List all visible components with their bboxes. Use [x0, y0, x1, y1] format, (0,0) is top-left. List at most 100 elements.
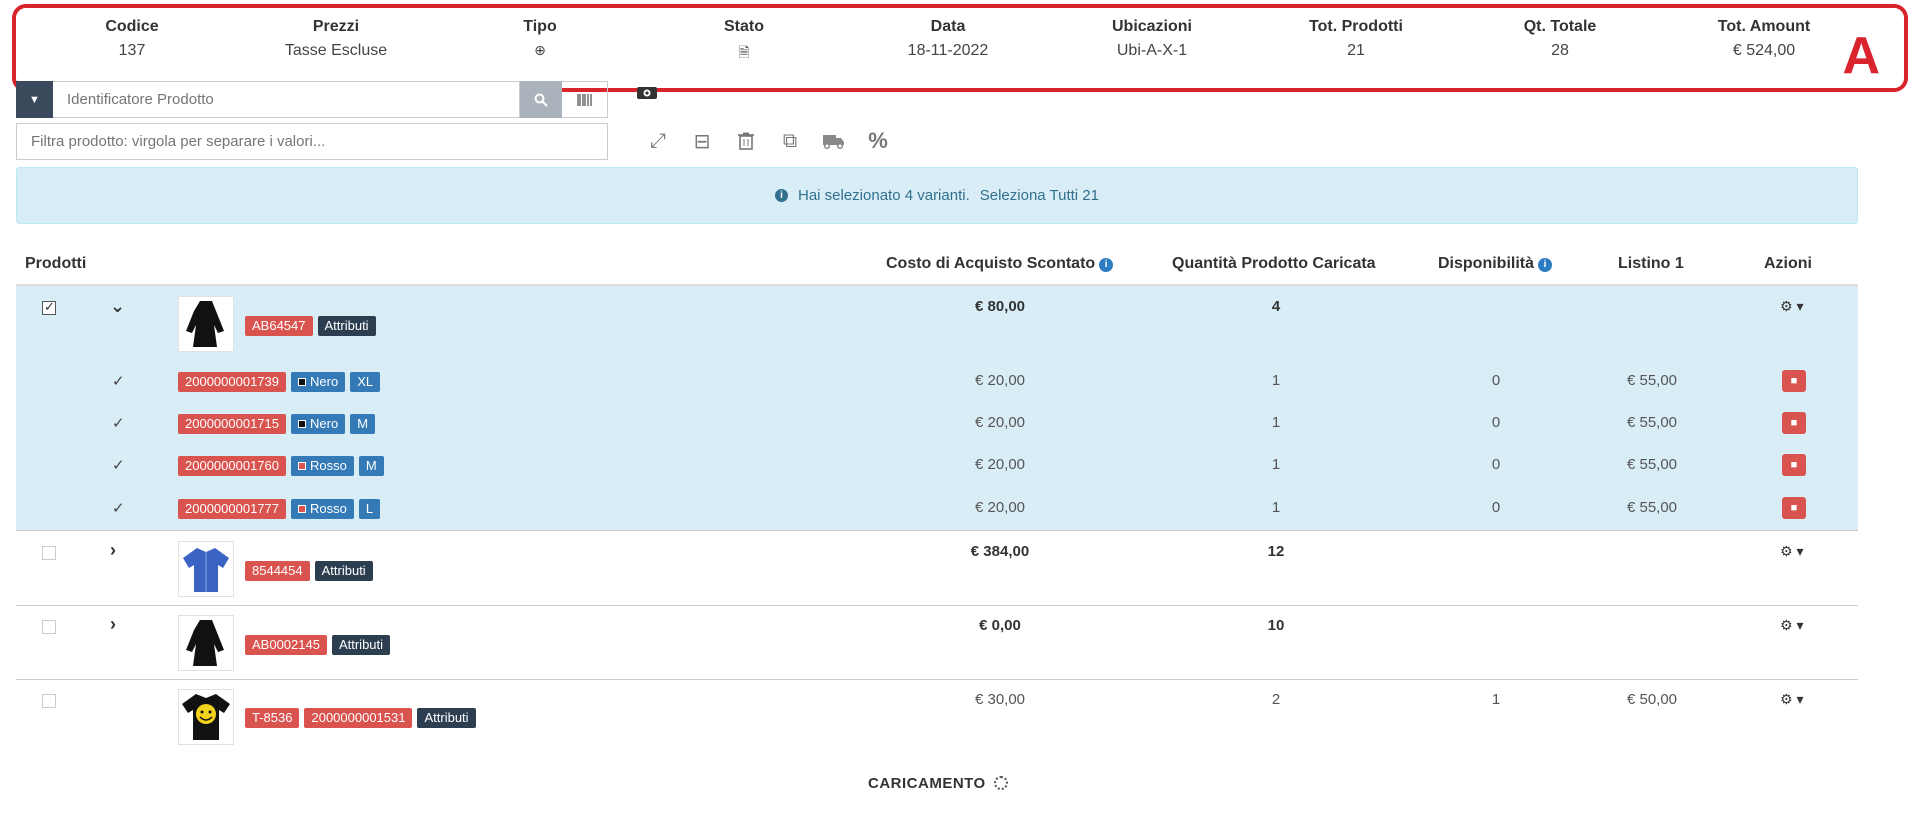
col-header-label: Costo di Acquisto Scontato — [886, 255, 1096, 272]
search-dropdown-button[interactable]: ▼ — [16, 81, 53, 118]
row-checkbox[interactable] — [42, 620, 56, 634]
summary-data: Data 18-11-2022 — [858, 18, 1038, 60]
qty-value: 1 — [1271, 456, 1281, 473]
attributes-button[interactable]: Attributi — [317, 316, 376, 336]
product-id-input[interactable] — [53, 81, 520, 118]
row-checkbox[interactable] — [42, 299, 56, 315]
qty-value: 4 — [1271, 298, 1281, 315]
product-thumbnail — [178, 615, 234, 671]
trash-icon[interactable] — [724, 126, 768, 156]
product-filter-input[interactable] — [16, 123, 608, 160]
cost-value: € 384,00 — [970, 543, 1030, 560]
trash-icon: ■ — [1790, 459, 1798, 471]
gear-icon[interactable]: ⚙ ▾ — [1780, 691, 1803, 708]
percent-icon[interactable]: % — [856, 126, 900, 156]
cost-value: € 20,00 — [974, 414, 1026, 431]
row-checkbox[interactable] — [42, 546, 56, 560]
summary-codice: Codice 137 — [42, 18, 222, 60]
expand-icon[interactable]: ⤢ — [636, 126, 680, 156]
variant-tags: 2000000001715 Nero M — [178, 414, 376, 434]
cubes-icon[interactable]: ⧉ — [768, 126, 812, 156]
size-tag: XL — [350, 372, 381, 392]
cost-value: € 20,00 — [974, 456, 1026, 473]
delete-variant-button[interactable]: ■ — [1782, 497, 1806, 519]
summary-stato: Stato 🗎 — [654, 18, 834, 66]
chevron-right-icon[interactable]: › — [110, 540, 116, 561]
money-icon[interactable] — [636, 85, 658, 106]
qty-value: 1 — [1271, 372, 1281, 389]
row-checkbox[interactable] — [42, 694, 56, 708]
availability-value: 0 — [1491, 456, 1501, 473]
qty-value: 2 — [1271, 691, 1281, 708]
variant-tags: 2000000001777 Rosso L — [178, 499, 381, 519]
availability-value: 1 — [1491, 691, 1501, 708]
collapse-icon[interactable]: ⊟ — [680, 126, 724, 156]
variant-code-tag: 2000000001760 — [178, 456, 286, 476]
variant-checkbox[interactable]: ✓ — [112, 414, 125, 432]
info-icon: i — [774, 189, 788, 202]
cost-value: € 0,00 — [979, 617, 1021, 634]
qty-value: 12 — [1267, 543, 1285, 560]
variant-code-tag: 2000000001715 — [178, 414, 286, 434]
summary-label: Ubicazioni — [1111, 18, 1192, 35]
qty-value: 1 — [1271, 414, 1281, 431]
info-icon[interactable]: i — [1538, 258, 1552, 272]
variant-checkbox[interactable]: ✓ — [112, 499, 125, 517]
color-tag: Nero — [291, 414, 346, 434]
gear-icon[interactable]: ⚙ ▾ — [1780, 543, 1803, 560]
summary-value: 18-11-2022 — [907, 42, 989, 59]
delete-variant-button[interactable]: ■ — [1782, 412, 1806, 434]
attributes-button[interactable]: Attributi — [417, 708, 476, 728]
summary-prezzi: Prezzi Tasse Escluse — [246, 18, 426, 60]
color-label: Rosso — [310, 501, 347, 516]
price-value: € 55,00 — [1626, 372, 1678, 389]
availability-value: 0 — [1491, 372, 1501, 389]
product-thumbnail — [178, 296, 234, 352]
product-tags: AB0002145 Attributi — [245, 635, 391, 655]
attributes-button[interactable]: Attributi — [331, 635, 391, 655]
variant-code-tag: 2000000001739 — [178, 372, 286, 392]
product-thumbnail — [178, 689, 234, 745]
cost-value: € 20,00 — [974, 499, 1026, 516]
selection-alert: i Hai selezionato 4 varianti. Seleziona … — [16, 167, 1858, 224]
product-thumbnail — [178, 541, 234, 597]
select-all-link[interactable]: Seleziona Tutti 21 — [980, 187, 1099, 204]
summary-label: Tot. Amount — [1717, 18, 1811, 35]
col-header-costo: Costo di Acquisto Scontato i — [886, 255, 1114, 273]
trash-icon: ■ — [1790, 375, 1798, 387]
delete-variant-button[interactable]: ■ — [1782, 454, 1806, 476]
color-tag: Nero — [291, 372, 346, 392]
variant-checkbox[interactable]: ✓ — [112, 456, 125, 474]
truck-icon[interactable] — [812, 126, 856, 156]
summary-label: Prezzi — [312, 18, 360, 35]
col-header-azioni: Azioni — [1764, 255, 1812, 272]
delete-variant-button[interactable]: ■ — [1782, 370, 1806, 392]
variant-checkbox[interactable]: ✓ — [112, 372, 125, 390]
barcode-button[interactable] — [562, 81, 608, 118]
gear-icon[interactable]: ⚙ ▾ — [1780, 298, 1803, 315]
cost-value: € 80,00 — [974, 298, 1026, 315]
gear-icon[interactable]: ⚙ ▾ — [1780, 617, 1803, 634]
availability-value: 0 — [1491, 414, 1501, 431]
variant-tags: 2000000001739 Nero XL — [178, 372, 381, 392]
search-button[interactable] — [520, 81, 562, 118]
col-header-label: Disponibilità — [1438, 255, 1534, 272]
barcode-icon — [576, 93, 592, 106]
col-header-listino: Listino 1 — [1618, 255, 1684, 272]
product-ref-tag: T-8536 — [245, 708, 300, 728]
summary-value: Tasse Escluse — [284, 42, 388, 59]
summary-label: Tipo — [523, 18, 557, 35]
summary-value: 28 — [1551, 42, 1569, 59]
toolbar: ⤢ ⊟ ⧉ % — [636, 126, 900, 156]
availability-value: 0 — [1491, 499, 1501, 516]
summary-label: Tot. Prodotti — [1309, 18, 1403, 35]
chevron-right-icon[interactable]: › — [110, 614, 116, 635]
product-code-tag: 2000000001531 — [304, 708, 413, 728]
attributes-button[interactable]: Attributi — [314, 561, 373, 581]
color-tag: Rosso — [291, 499, 354, 519]
size-tag: M — [350, 414, 376, 434]
info-icon[interactable]: i — [1099, 258, 1114, 272]
summary-tot-prodotti: Tot. Prodotti 21 — [1266, 18, 1446, 60]
chevron-down-icon[interactable]: ⌄ — [110, 296, 125, 317]
tipo-icon: ⊕ — [534, 42, 546, 58]
